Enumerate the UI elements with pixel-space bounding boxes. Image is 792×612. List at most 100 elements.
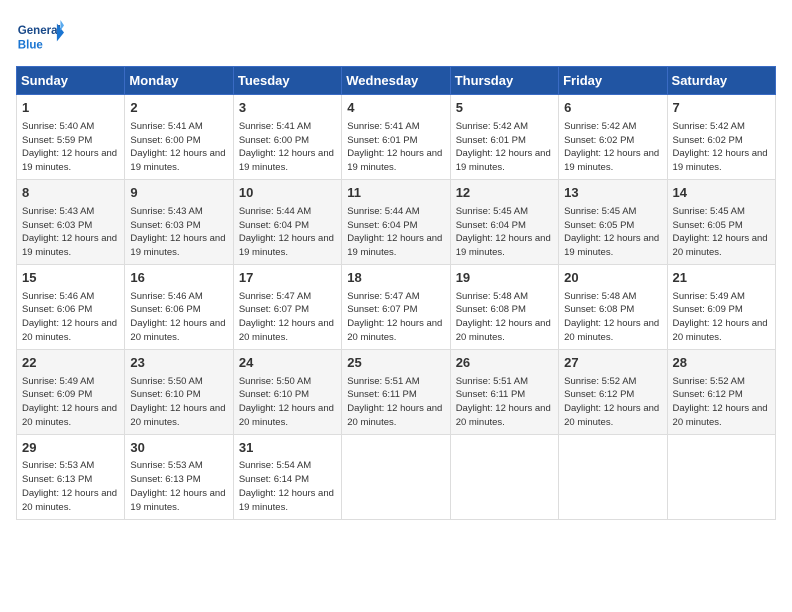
calendar-day-cell: 26 Sunrise: 5:51 AMSunset: 6:11 PMDayligh… (450, 349, 558, 434)
day-number: 20 (564, 269, 661, 288)
calendar-day-cell: 5 Sunrise: 5:42 AMSunset: 6:01 PMDaylight… (450, 95, 558, 180)
calendar-day-cell: 29Sunrise: 5:53 AMSunset: 6:13 PMDayligh… (17, 434, 125, 519)
day-header-sunday: Sunday (17, 67, 125, 95)
day-info: Sunrise: 5:47 AMSunset: 6:07 PMDaylight:… (347, 290, 444, 345)
day-number: 19 (456, 269, 553, 288)
day-info: Sunrise: 5:46 AMSunset: 6:06 PMDaylight:… (22, 290, 119, 345)
calendar-day-cell: 19 Sunrise: 5:48 AMSunset: 6:08 PMDayligh… (450, 264, 558, 349)
calendar-header-row: SundayMondayTuesdayWednesdayThursdayFrid… (17, 67, 776, 95)
day-header-friday: Friday (559, 67, 667, 95)
day-info: Sunrise: 5:48 AMSunset: 6:08 PMDaylight:… (456, 290, 553, 345)
calendar-week-row: 15 Sunrise: 5:46 AMSunset: 6:06 PMDayligh… (17, 264, 776, 349)
calendar-day-cell: 16Sunrise: 5:46 AMSunset: 6:06 PMDayligh… (125, 264, 233, 349)
day-number: 4 (347, 99, 444, 118)
calendar-day-cell: 28 Sunrise: 5:52 AMSunset: 6:12 PMDayligh… (667, 349, 775, 434)
calendar-day-cell (450, 434, 558, 519)
day-header-wednesday: Wednesday (342, 67, 450, 95)
calendar-day-cell: 18Sunrise: 5:47 AMSunset: 6:07 PMDayligh… (342, 264, 450, 349)
calendar-day-cell: 15 Sunrise: 5:46 AMSunset: 6:06 PMDayligh… (17, 264, 125, 349)
day-info: Sunrise: 5:49 AMSunset: 6:09 PMDaylight:… (22, 375, 119, 430)
day-number: 24 (239, 354, 336, 373)
day-header-saturday: Saturday (667, 67, 775, 95)
day-info: Sunrise: 5:42 AMSunset: 6:02 PMDaylight:… (564, 120, 661, 175)
day-number: 16 (130, 269, 227, 288)
day-number: 27 (564, 354, 661, 373)
day-number: 17 (239, 269, 336, 288)
day-info: Sunrise: 5:48 AMSunset: 6:08 PMDaylight:… (564, 290, 661, 345)
day-number: 6 (564, 99, 661, 118)
day-number: 5 (456, 99, 553, 118)
calendar-day-cell: 10 Sunrise: 5:44 AMSunset: 6:04 PMDayligh… (233, 179, 341, 264)
day-number: 3 (239, 99, 336, 118)
day-info: Sunrise: 5:44 AMSunset: 6:04 PMDaylight:… (347, 205, 444, 260)
day-number: 25 (347, 354, 444, 373)
calendar-day-cell: 31Sunrise: 5:54 AMSunset: 6:14 PMDayligh… (233, 434, 341, 519)
logo: General Blue (16, 16, 68, 56)
day-info: Sunrise: 5:41 AMSunset: 6:00 PMDaylight:… (239, 120, 336, 175)
day-info: Sunrise: 5:45 AMSunset: 6:04 PMDaylight:… (456, 205, 553, 260)
calendar-day-cell: 3 Sunrise: 5:41 AMSunset: 6:00 PMDaylight… (233, 95, 341, 180)
calendar-day-cell: 4 Sunrise: 5:41 AMSunset: 6:01 PMDaylight… (342, 95, 450, 180)
day-info: Sunrise: 5:40 AMSunset: 5:59 PMDaylight:… (22, 120, 119, 175)
calendar-week-row: 1 Sunrise: 5:40 AMSunset: 5:59 PMDaylight… (17, 95, 776, 180)
day-number: 1 (22, 99, 119, 118)
day-info: Sunrise: 5:52 AMSunset: 6:12 PMDaylight:… (673, 375, 770, 430)
calendar-day-cell (667, 434, 775, 519)
calendar-day-cell: 2Sunrise: 5:41 AMSunset: 6:00 PMDaylight… (125, 95, 233, 180)
day-info: Sunrise: 5:42 AMSunset: 6:02 PMDaylight:… (673, 120, 770, 175)
day-info: Sunrise: 5:42 AMSunset: 6:01 PMDaylight:… (456, 120, 553, 175)
calendar-day-cell: 23Sunrise: 5:50 AMSunset: 6:10 PMDayligh… (125, 349, 233, 434)
calendar-day-cell: 30Sunrise: 5:53 AMSunset: 6:13 PMDayligh… (125, 434, 233, 519)
day-info: Sunrise: 5:51 AMSunset: 6:11 PMDaylight:… (347, 375, 444, 430)
day-number: 15 (22, 269, 119, 288)
calendar-day-cell: 24Sunrise: 5:50 AMSunset: 6:10 PMDayligh… (233, 349, 341, 434)
day-number: 11 (347, 184, 444, 203)
day-header-thursday: Thursday (450, 67, 558, 95)
calendar-day-cell (342, 434, 450, 519)
calendar-day-cell: 13 Sunrise: 5:45 AMSunset: 6:05 PMDayligh… (559, 179, 667, 264)
calendar-table: SundayMondayTuesdayWednesdayThursdayFrid… (16, 66, 776, 520)
day-number: 14 (673, 184, 770, 203)
calendar-day-cell: 9Sunrise: 5:43 AMSunset: 6:03 PMDaylight… (125, 179, 233, 264)
day-header-monday: Monday (125, 67, 233, 95)
day-info: Sunrise: 5:44 AMSunset: 6:04 PMDaylight:… (239, 205, 336, 260)
day-number: 26 (456, 354, 553, 373)
calendar-day-cell: 1 Sunrise: 5:40 AMSunset: 5:59 PMDaylight… (17, 95, 125, 180)
day-info: Sunrise: 5:52 AMSunset: 6:12 PMDaylight:… (564, 375, 661, 430)
day-info: Sunrise: 5:43 AMSunset: 6:03 PMDaylight:… (130, 205, 227, 260)
calendar-day-cell: 8Sunrise: 5:43 AMSunset: 6:03 PMDaylight… (17, 179, 125, 264)
day-info: Sunrise: 5:41 AMSunset: 6:01 PMDaylight:… (347, 120, 444, 175)
calendar-day-cell: 6 Sunrise: 5:42 AMSunset: 6:02 PMDaylight… (559, 95, 667, 180)
calendar-day-cell (559, 434, 667, 519)
day-info: Sunrise: 5:53 AMSunset: 6:13 PMDaylight:… (130, 459, 227, 514)
day-number: 12 (456, 184, 553, 203)
day-info: Sunrise: 5:45 AMSunset: 6:05 PMDaylight:… (564, 205, 661, 260)
day-info: Sunrise: 5:45 AMSunset: 6:05 PMDaylight:… (673, 205, 770, 260)
logo-icon: General Blue (16, 16, 64, 56)
day-number: 30 (130, 439, 227, 458)
svg-text:Blue: Blue (18, 39, 44, 51)
svg-text:General: General (18, 25, 61, 37)
calendar-day-cell: 17Sunrise: 5:47 AMSunset: 6:07 PMDayligh… (233, 264, 341, 349)
day-info: Sunrise: 5:51 AMSunset: 6:11 PMDaylight:… (456, 375, 553, 430)
day-number: 28 (673, 354, 770, 373)
day-number: 13 (564, 184, 661, 203)
day-number: 7 (673, 99, 770, 118)
day-number: 23 (130, 354, 227, 373)
day-number: 8 (22, 184, 119, 203)
calendar-day-cell: 25 Sunrise: 5:51 AMSunset: 6:11 PMDayligh… (342, 349, 450, 434)
day-number: 22 (22, 354, 119, 373)
calendar-day-cell: 7 Sunrise: 5:42 AMSunset: 6:02 PMDaylight… (667, 95, 775, 180)
calendar-week-row: 29Sunrise: 5:53 AMSunset: 6:13 PMDayligh… (17, 434, 776, 519)
calendar-day-cell: 21Sunrise: 5:49 AMSunset: 6:09 PMDayligh… (667, 264, 775, 349)
calendar-week-row: 22 Sunrise: 5:49 AMSunset: 6:09 PMDayligh… (17, 349, 776, 434)
header: General Blue (16, 16, 776, 56)
calendar-day-cell: 22 Sunrise: 5:49 AMSunset: 6:09 PMDayligh… (17, 349, 125, 434)
day-header-tuesday: Tuesday (233, 67, 341, 95)
calendar-day-cell: 12 Sunrise: 5:45 AMSunset: 6:04 PMDayligh… (450, 179, 558, 264)
day-info: Sunrise: 5:41 AMSunset: 6:00 PMDaylight:… (130, 120, 227, 175)
calendar-day-cell: 27 Sunrise: 5:52 AMSunset: 6:12 PMDayligh… (559, 349, 667, 434)
day-number: 21 (673, 269, 770, 288)
day-number: 31 (239, 439, 336, 458)
day-number: 10 (239, 184, 336, 203)
